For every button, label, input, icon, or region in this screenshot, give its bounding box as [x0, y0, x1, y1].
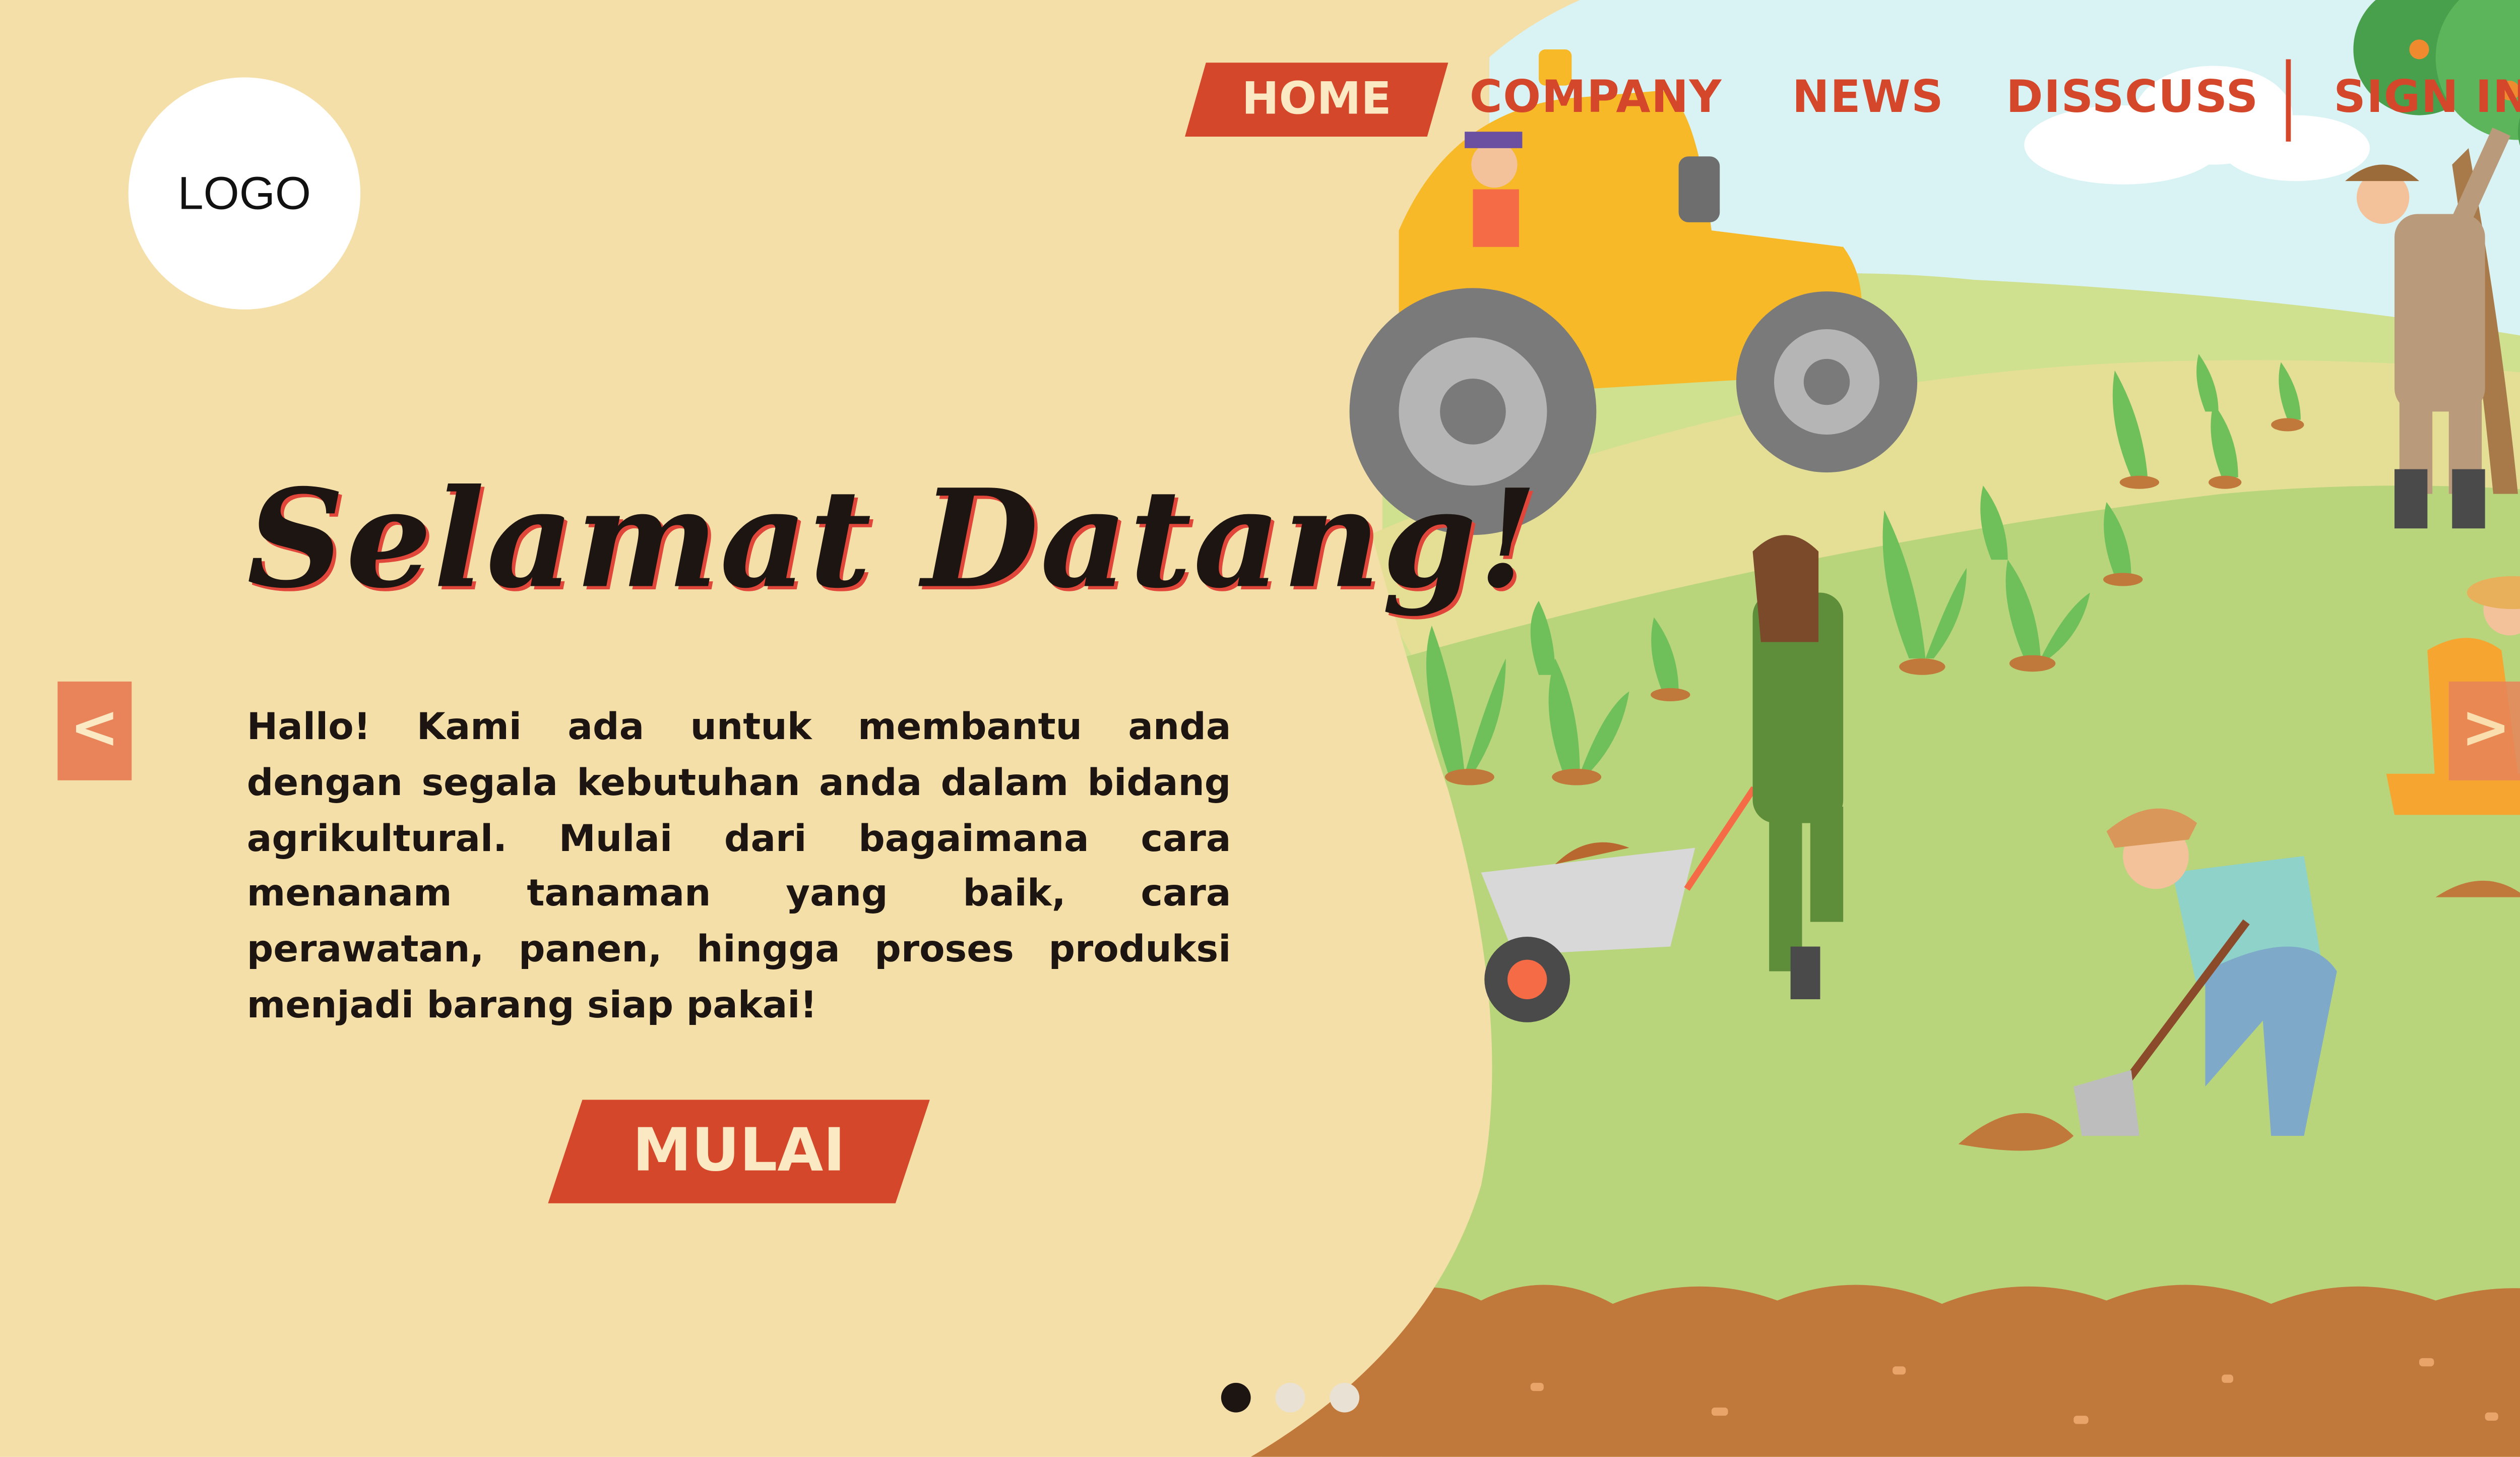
nav-item-sign-in[interactable]: SIGN IN [2334, 73, 2520, 124]
landing-page: LOGO HOME COMPANY NEWS DISSCUSS SIGN IN … [0, 0, 2520, 1457]
soil-ground [1250, 1285, 2520, 1457]
chevron-right-icon: > [2461, 694, 2511, 762]
carousel-dot-3[interactable] [1330, 1382, 1360, 1413]
chevron-left-icon: < [70, 694, 119, 762]
hero-description: Hallo! Kami ada untuk membantu anda deng… [246, 706, 1231, 1027]
carousel-next-button[interactable]: > [2448, 681, 2520, 780]
carousel-dot-2[interactable] [1275, 1382, 1305, 1413]
logo[interactable]: LOGO [128, 77, 361, 310]
nav-divider [2286, 59, 2291, 142]
nav-item-news[interactable]: NEWS [1792, 73, 1944, 124]
nav-item-home[interactable]: HOME [1185, 63, 1448, 137]
nav-item-company[interactable]: COMPANY [1470, 73, 1722, 124]
nav-home-label: HOME [1241, 74, 1392, 126]
mulai-button[interactable]: MULAI [548, 1100, 930, 1203]
mulai-button-label: MULAI [633, 1118, 846, 1186]
hero-title: Selamat Datang! [246, 461, 1539, 619]
carousel-prev-button[interactable]: < [57, 681, 132, 780]
nav-item-disscuss[interactable]: DISSCUSS [2006, 73, 2258, 124]
carousel-dot-1[interactable] [1221, 1382, 1251, 1413]
